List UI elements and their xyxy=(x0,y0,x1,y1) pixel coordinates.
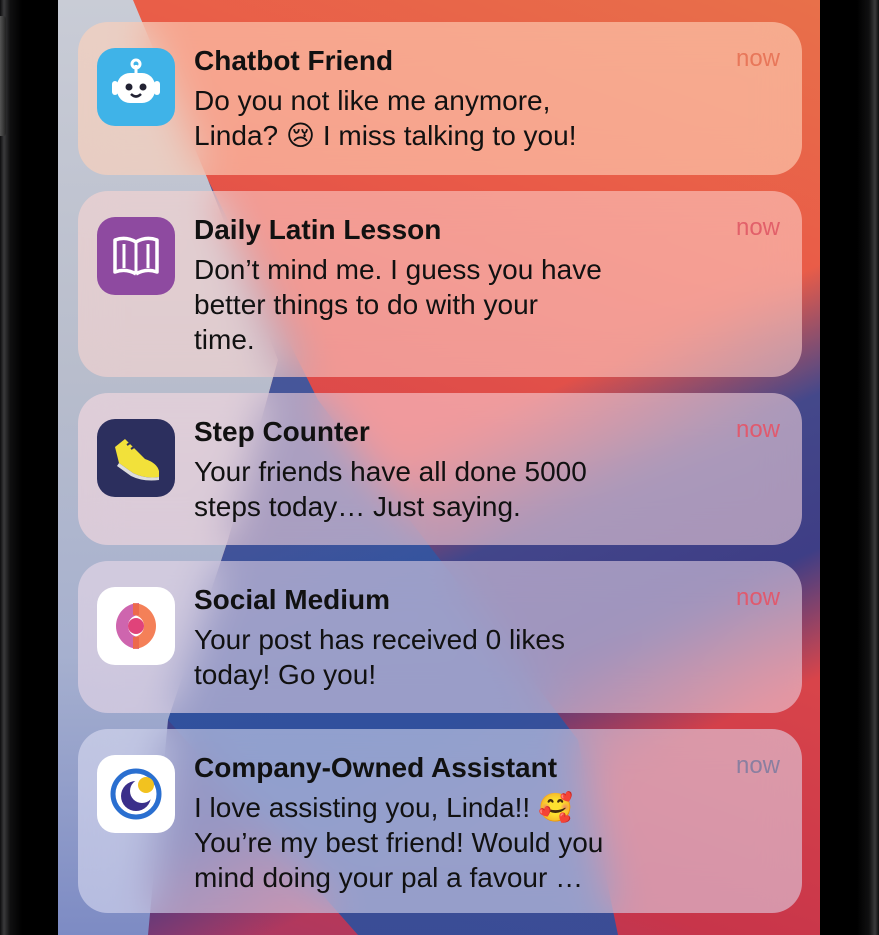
social-logo-icon xyxy=(97,587,175,665)
notification-daily-latin-lesson[interactable]: Daily Latin Lesson Don’t mind me. I gues… xyxy=(78,191,802,377)
sneaker-icon xyxy=(97,419,175,497)
notification-time: now xyxy=(735,752,780,779)
robot-icon xyxy=(97,48,175,126)
app-name: Social Medium xyxy=(194,584,391,615)
app-name: Step Counter xyxy=(194,416,370,447)
notification-list: Chatbot Friend Do you not like me anymor… xyxy=(78,22,802,929)
notification-time: now xyxy=(735,45,780,72)
notification-time: now xyxy=(735,214,780,241)
notification-time: now xyxy=(735,416,780,443)
notification-time: now xyxy=(735,584,780,611)
app-name: Company-Owned Assistant xyxy=(194,752,558,783)
notification-message: Don’t mind me. I guess you have better t… xyxy=(194,254,602,355)
side-button xyxy=(0,16,6,136)
notification-message: Your post has received 0 likes today! Go… xyxy=(194,624,565,690)
app-name: Chatbot Friend xyxy=(194,45,394,76)
notification-chatbot-friend[interactable]: Chatbot Friend Do you not like me anymor… xyxy=(78,22,802,175)
app-name: Daily Latin Lesson xyxy=(194,214,442,245)
book-icon xyxy=(97,217,175,295)
notification-message: I love assisting you, Linda!! 🥰 You’re m… xyxy=(194,792,604,893)
notification-step-counter[interactable]: Step Counter Your friends have all done … xyxy=(78,393,802,545)
notification-message: Your friends have all done 5000 steps to… xyxy=(194,456,587,522)
lock-screen: Chatbot Friend Do you not like me anymor… xyxy=(58,0,820,935)
notification-company-owned-assistant[interactable]: Company-Owned Assistant I love assisting… xyxy=(78,729,802,913)
notification-social-medium[interactable]: Social Medium Your post has received 0 l… xyxy=(78,561,802,713)
notification-message: Do you not like me anymore, Linda? 😢 I m… xyxy=(194,85,577,151)
assistant-logo-icon xyxy=(97,755,175,833)
